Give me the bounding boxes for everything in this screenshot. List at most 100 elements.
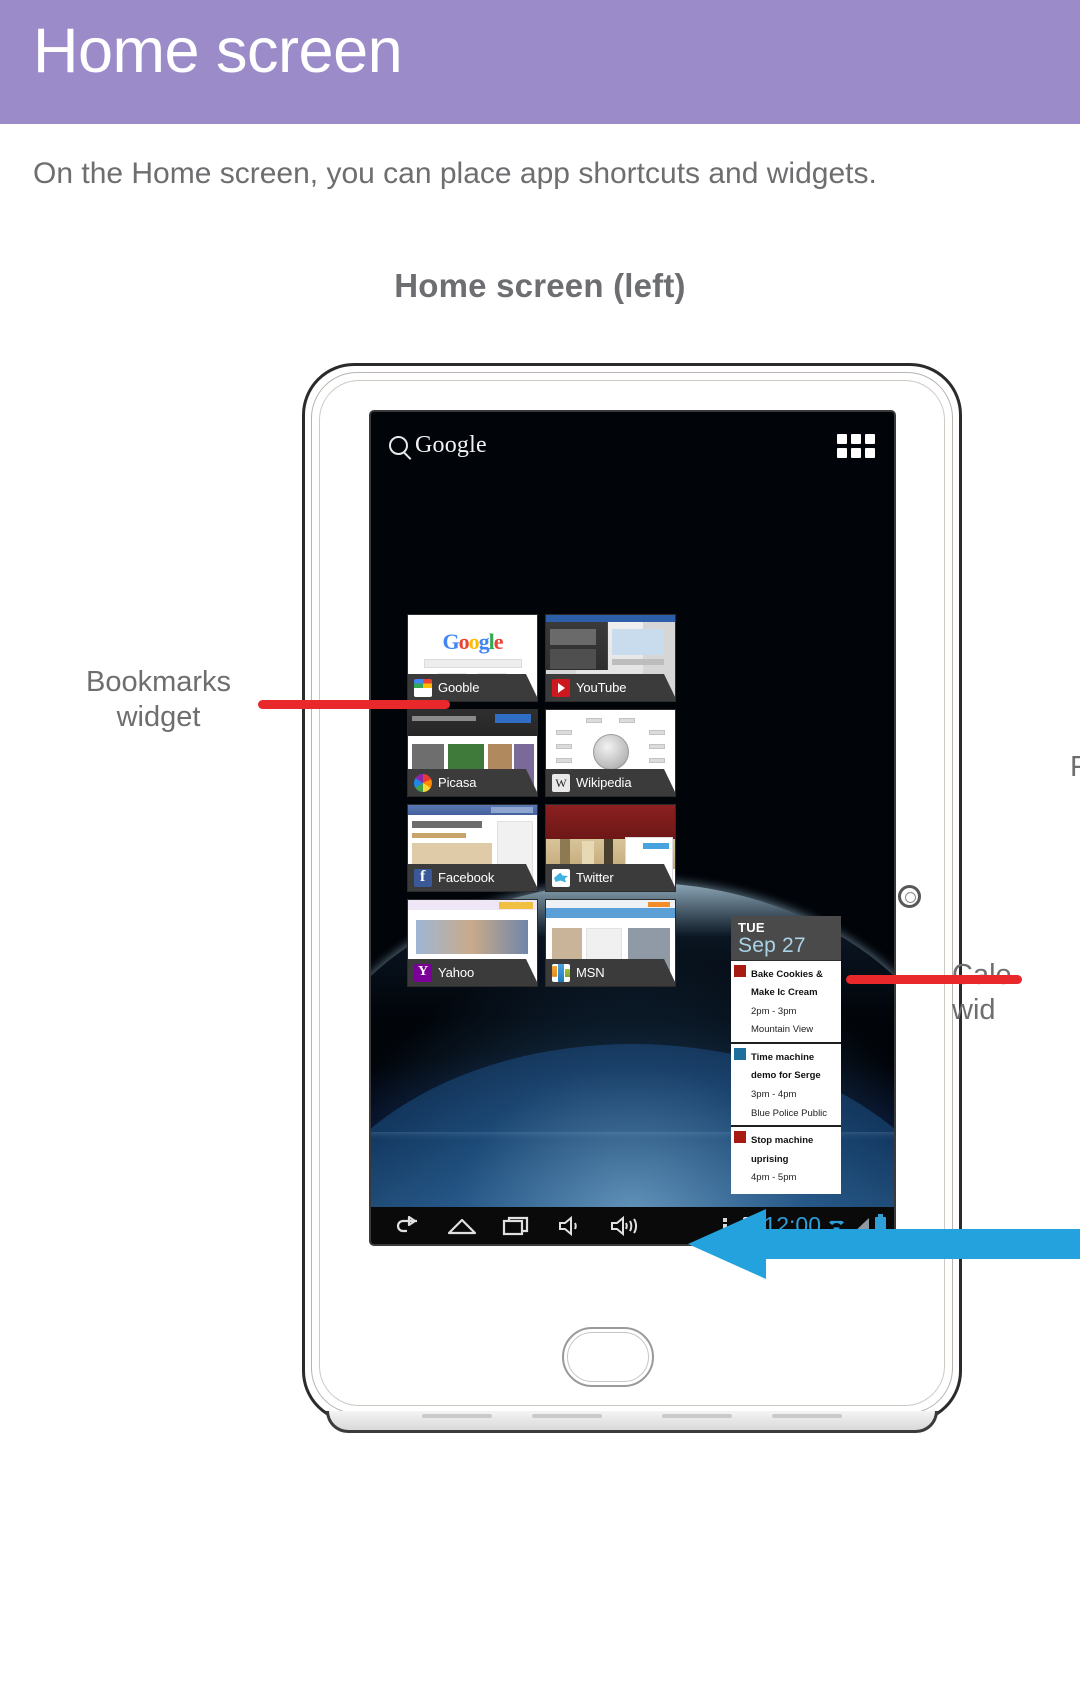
thumb-block — [550, 649, 596, 669]
callout-line: wid — [952, 993, 996, 1026]
thumb-block — [546, 908, 675, 918]
event-title-cont: Make Ic Cream — [751, 987, 818, 999]
thumb-block — [612, 629, 664, 655]
device-vent-notch — [422, 1414, 492, 1418]
google-search-widget[interactable]: Google — [389, 432, 487, 459]
calendar-event[interactable]: Time machine demo for Serge 3pm - 4pm Bl… — [731, 1044, 841, 1128]
youtube-favicon — [552, 678, 570, 697]
google-logo: Google — [442, 629, 503, 654]
bookmark-label: Gooble — [438, 680, 480, 695]
calendar-date: Sep 27 — [738, 933, 806, 957]
intro-paragraph: On the Home screen, you can place app sh… — [33, 157, 877, 190]
bookmark-tile[interactable]: Google Gooble — [407, 614, 538, 702]
thumb-block — [491, 807, 533, 813]
apps-grid-cell — [837, 448, 847, 458]
apps-grid-cell — [851, 434, 861, 444]
tablet-screen: Google Google Gooble YouTube Picasa W Wi… — [369, 410, 896, 1246]
thumb-block — [649, 758, 665, 763]
device-vent-notch — [532, 1414, 602, 1418]
thumb-block — [412, 833, 466, 838]
thumb-block — [412, 716, 476, 721]
callout-cropped-right: F — [1070, 751, 1080, 783]
bookmark-label-bar: Gooble — [408, 674, 537, 701]
thumb-block — [604, 839, 613, 867]
callout-leader-line-calendar — [846, 975, 1022, 984]
blue-arrow-shaft — [766, 1229, 1080, 1259]
callout-calendar-widget: Cale wid — [952, 958, 1012, 1028]
back-icon[interactable] — [381, 1207, 435, 1244]
apps-grid-cell — [851, 448, 861, 458]
device-vent-notch — [772, 1414, 842, 1418]
thumb-block — [586, 718, 602, 723]
callout-leader-line-bookmarks — [258, 700, 450, 709]
bookmarks-widget[interactable]: Google Gooble YouTube Picasa W Wikipedia… — [407, 614, 676, 987]
thumb-block — [556, 730, 572, 735]
home-top-row: Google — [371, 412, 894, 476]
event-color-chip — [734, 964, 746, 977]
event-location: Blue Police Public — [751, 1107, 828, 1119]
thumb-block — [412, 821, 482, 828]
device-bottom-edge — [326, 1411, 938, 1433]
thumb-block — [550, 629, 596, 645]
event-color-chip — [734, 1047, 746, 1060]
section-title: Home screen (left) — [394, 267, 686, 304]
thumb-block — [649, 730, 665, 735]
bookmark-label: YouTube — [576, 680, 627, 695]
apps-grid-cell — [865, 448, 875, 458]
thumb-block — [643, 843, 669, 849]
facebook-favicon — [414, 868, 432, 887]
google-favicon — [414, 678, 432, 697]
calendar-widget[interactable]: TUE Sep 27 Bake Cookies & Make Ic Cream … — [731, 916, 841, 1194]
bookmark-tile[interactable]: Picasa — [407, 709, 538, 797]
home-icon[interactable] — [435, 1207, 489, 1244]
bookmark-tile[interactable]: MSN — [545, 899, 676, 987]
bookmark-tile[interactable]: Facebook — [407, 804, 538, 892]
calendar-event[interactable]: Bake Cookies & Make Ic Cream 2pm - 3pm M… — [731, 961, 841, 1044]
thumb-block — [612, 659, 664, 665]
bookmark-label-bar: Picasa — [408, 769, 537, 796]
event-time: 3pm - 4pm — [751, 1088, 797, 1100]
callout-line: Bookmarks — [86, 666, 232, 698]
callout-bookmarks-widget: Bookmarks widget — [86, 665, 231, 735]
thumb-block — [556, 758, 572, 763]
msn-favicon — [552, 963, 570, 982]
volume-down-icon[interactable] — [543, 1207, 597, 1244]
bookmark-tile[interactable]: W Wikipedia — [545, 709, 676, 797]
event-time: 2pm - 3pm — [751, 1005, 797, 1017]
volume-up-icon[interactable] — [597, 1207, 651, 1244]
event-title-cont: demo for Serge — [751, 1070, 821, 1082]
thumb-block — [416, 920, 528, 954]
callout-line: widget — [116, 700, 201, 733]
apps-grid-cell — [865, 434, 875, 444]
event-location: Mountain View — [751, 1024, 814, 1036]
event-time: 4pm - 5pm — [751, 1172, 797, 1184]
bookmark-label-bar: MSN — [546, 959, 675, 986]
wikipedia-favicon: W — [552, 773, 570, 792]
event-color-chip — [734, 1131, 746, 1144]
picasa-favicon — [414, 773, 432, 792]
blue-arrow-head — [688, 1209, 766, 1279]
bookmark-label: MSN — [576, 965, 605, 980]
recents-icon[interactable] — [489, 1207, 543, 1244]
bookmark-tile[interactable]: Yahoo — [407, 899, 538, 987]
bookmark-label-bar: YouTube — [546, 674, 675, 701]
event-title: Bake Cookies & — [751, 968, 823, 980]
bookmark-label: Picasa — [438, 775, 477, 790]
search-icon — [389, 436, 408, 455]
apps-grid-cell — [837, 434, 847, 444]
twitter-favicon — [552, 868, 570, 887]
search-label: Google — [415, 432, 487, 458]
event-title: Stop machine — [751, 1135, 814, 1147]
page-title: Home screen — [33, 16, 403, 86]
thumb-block — [649, 744, 665, 749]
calendar-event[interactable]: Stop machine uprising 4pm - 5pm — [731, 1127, 841, 1194]
bookmark-tile[interactable]: YouTube — [545, 614, 676, 702]
physical-home-button[interactable] — [562, 1327, 654, 1387]
apps-grid-icon[interactable] — [837, 434, 875, 458]
event-title: Time machine — [751, 1051, 815, 1063]
bookmark-tile[interactable]: Twitter — [545, 804, 676, 892]
device-vent-notch — [662, 1414, 732, 1418]
event-title-cont: uprising — [751, 1153, 789, 1165]
bookmark-label: Yahoo — [438, 965, 475, 980]
bookmark-label-bar: Yahoo — [408, 959, 537, 986]
